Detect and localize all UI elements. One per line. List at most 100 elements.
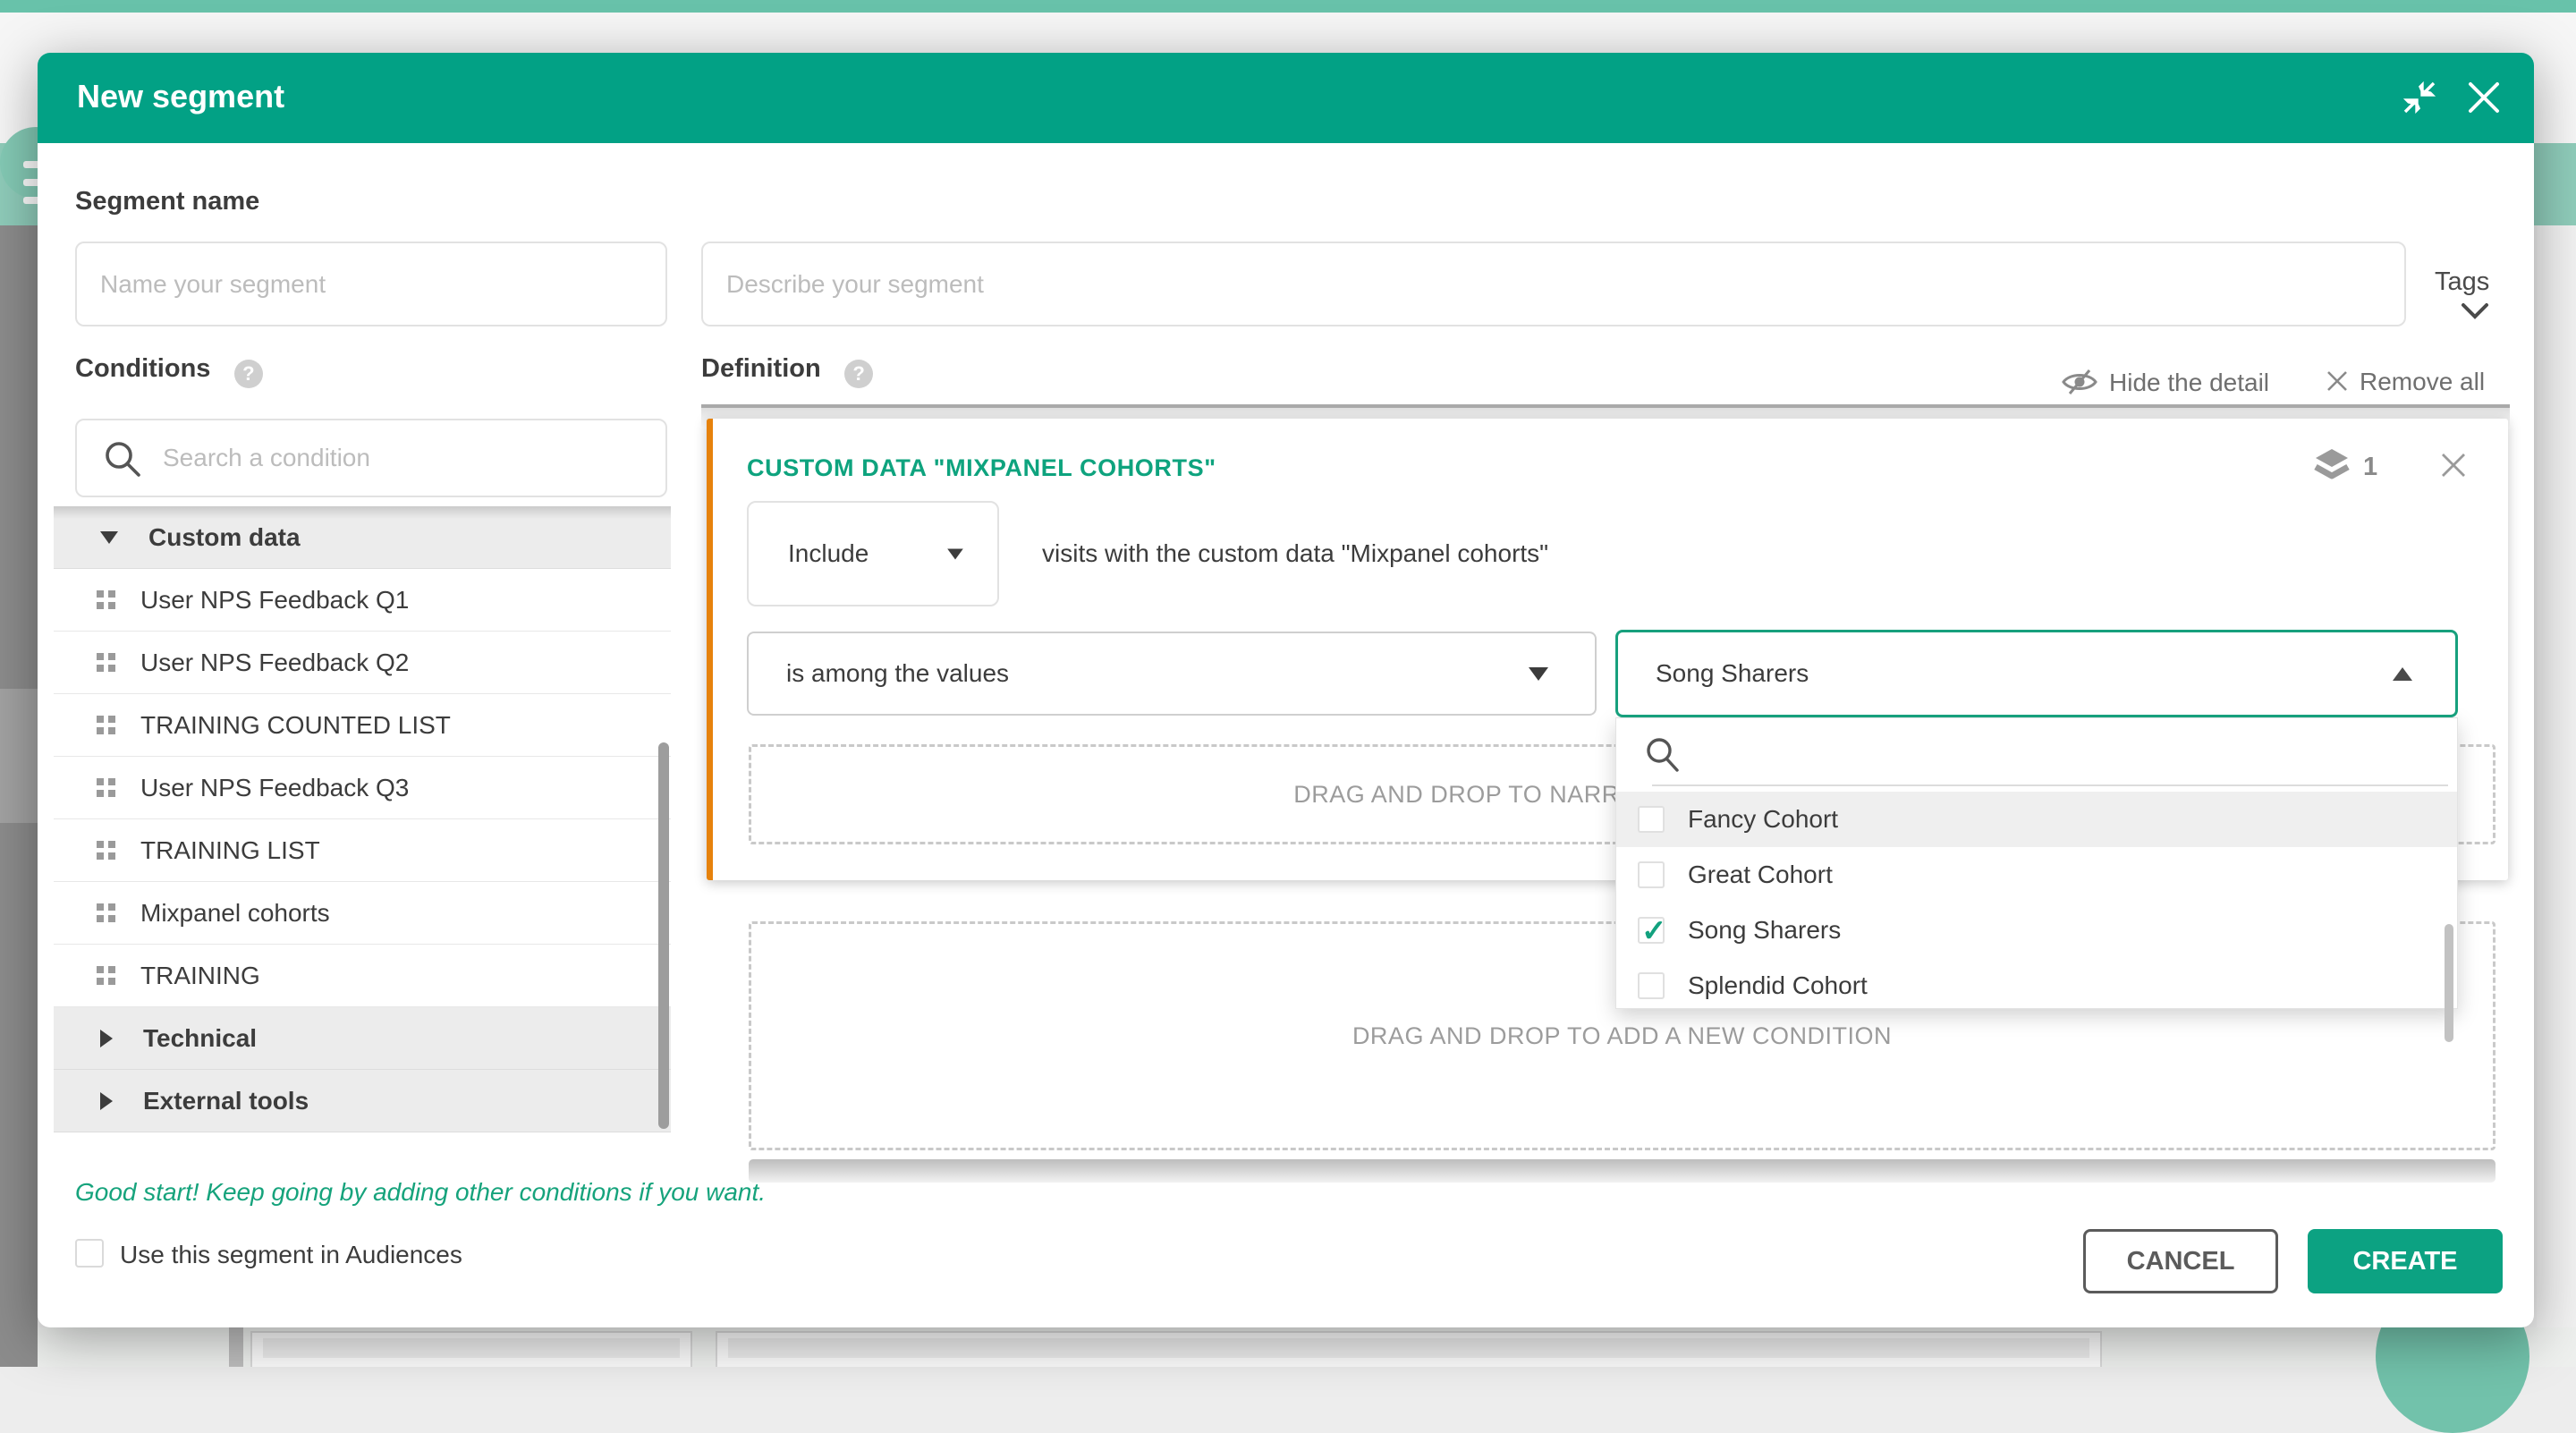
tags-label: Tags	[2435, 267, 2489, 296]
conditions-help-icon[interactable]: ?	[234, 360, 263, 388]
dropdown-search-icon	[1643, 734, 1682, 774]
hide-detail-button[interactable]: Hide the detail	[2061, 368, 2269, 397]
select-arrow-icon	[947, 548, 963, 559]
checkbox-unchecked[interactable]	[1638, 972, 1665, 999]
include-label: Include	[788, 539, 869, 568]
close-icon[interactable]	[2466, 80, 2502, 115]
dropdown-option[interactable]: ✓ Song Sharers	[1616, 903, 2457, 958]
option-label: Splendid Cohort	[1688, 971, 1868, 1000]
caret-right-icon	[100, 1030, 113, 1047]
definition-help-icon[interactable]: ?	[844, 360, 873, 388]
condition-item-label: TRAINING	[140, 962, 260, 990]
condition-item[interactable]: TRAINING LIST	[54, 819, 671, 882]
conditions-header: Conditions ?	[75, 354, 263, 388]
dropdown-option[interactable]: Fancy Cohort	[1616, 792, 2457, 847]
segment-name-input[interactable]	[75, 242, 667, 326]
include-select[interactable]: Include	[747, 501, 999, 606]
layers-icon	[2312, 445, 2351, 485]
checkbox-checked[interactable]: ✓	[1638, 917, 1665, 944]
segment-description-input[interactable]	[701, 242, 2406, 326]
condition-item-label: TRAINING COUNTED LIST	[140, 711, 451, 740]
hide-detail-label: Hide the detail	[2109, 369, 2269, 396]
select-arrow-icon	[1529, 667, 1548, 681]
condition-item-label: User NPS Feedback Q2	[140, 649, 409, 677]
create-button[interactable]: CREATE	[2308, 1229, 2503, 1293]
tags-dropdown[interactable]: Tags	[2435, 267, 2534, 326]
app-bottom-panel	[716, 1331, 2102, 1367]
app-sidebar-active-item	[0, 689, 38, 823]
condition-group-custom-data[interactable]: Custom data	[54, 506, 671, 569]
condition-search-input[interactable]	[75, 419, 667, 497]
operator-label: is among the values	[786, 659, 1009, 688]
dropdown-search-input[interactable]	[1691, 731, 2407, 776]
chevron-down-icon	[2460, 300, 2490, 321]
drag-handle-icon	[97, 778, 115, 797]
modal-title: New segment	[77, 78, 284, 115]
remove-all-label: Remove all	[2360, 368, 2485, 395]
group-label: External tools	[143, 1087, 309, 1115]
cancel-button[interactable]: CANCEL	[2083, 1229, 2278, 1293]
hint-text: Good start! Keep going by adding other c…	[75, 1178, 766, 1207]
caret-right-icon	[100, 1092, 113, 1110]
dropdown-scrollbar[interactable]	[2445, 924, 2453, 1042]
dropdown-option[interactable]: Great Cohort	[1616, 847, 2457, 903]
condition-item[interactable]: User NPS Feedback Q1	[54, 569, 671, 632]
remove-all-button[interactable]: Remove all	[2326, 368, 2485, 396]
conditions-scrollbar[interactable]	[658, 742, 669, 1129]
drag-handle-icon	[97, 590, 115, 609]
group-label: Custom data	[148, 523, 301, 552]
drag-handle-icon	[97, 716, 115, 734]
definition-horizontal-scrollbar[interactable]	[749, 1159, 2496, 1183]
checkbox-unchecked[interactable]	[1638, 806, 1665, 833]
dropdown-option[interactable]: Splendid Cohort	[1616, 958, 2457, 1013]
app-bottom-divider	[229, 1327, 243, 1367]
condition-item-label: User NPS Feedback Q1	[140, 586, 409, 615]
layer-count: 1	[2363, 453, 2377, 482]
condition-card-title: CUSTOM DATA "MIXPANEL COHORTS"	[747, 454, 1216, 482]
dropdown-divider	[1652, 784, 2448, 786]
group-label: Technical	[143, 1024, 257, 1053]
definition-label: Definition	[701, 354, 821, 383]
conditions-list: Custom data User NPS Feedback Q1 User NP…	[54, 506, 671, 1132]
checkbox-unchecked[interactable]	[1638, 861, 1665, 888]
segment-name-label: Segment name	[75, 187, 259, 216]
condition-item-label: User NPS Feedback Q3	[140, 774, 409, 802]
drag-handle-icon	[97, 903, 115, 922]
option-label: Great Cohort	[1688, 861, 1833, 889]
option-label: Fancy Cohort	[1688, 805, 1838, 834]
condition-item[interactable]: User NPS Feedback Q3	[54, 757, 671, 819]
definition-divider	[701, 404, 2510, 408]
option-label: Song Sharers	[1688, 916, 1841, 945]
modal-header: New segment	[38, 53, 2534, 143]
condition-sentence: visits with the custom data "Mixpanel co…	[1042, 539, 1548, 568]
drag-handle-icon	[97, 841, 115, 860]
conditions-label: Conditions	[75, 354, 210, 383]
remove-all-x-icon	[2326, 369, 2349, 393]
condition-group-technical[interactable]: Technical	[54, 1007, 671, 1070]
value-select[interactable]: Song Sharers	[1615, 630, 2458, 717]
condition-item[interactable]: Mixpanel cohorts	[54, 882, 671, 945]
drag-handle-icon	[97, 653, 115, 672]
condition-item[interactable]: User NPS Feedback Q2	[54, 632, 671, 694]
condition-item[interactable]: TRAINING COUNTED LIST	[54, 694, 671, 757]
search-icon	[102, 438, 143, 479]
app-top-strip	[0, 0, 2576, 13]
value-select-label: Song Sharers	[1656, 659, 1809, 688]
select-arrow-up-icon	[2393, 667, 2412, 681]
audiences-checkbox[interactable]	[75, 1239, 104, 1268]
condition-group-external-tools[interactable]: External tools	[54, 1070, 671, 1132]
app-right-edge	[2537, 225, 2576, 1327]
card-close-icon[interactable]	[2439, 451, 2468, 479]
audiences-checkbox-label: Use this segment in Audiences	[120, 1241, 462, 1269]
operator-select[interactable]: is among the values	[747, 632, 1597, 716]
definition-header: Definition ?	[701, 354, 873, 388]
condition-item-label: TRAINING LIST	[140, 836, 320, 865]
minimize-icon[interactable]	[2402, 80, 2437, 115]
new-segment-modal: New segment Segment name Tags Conditions…	[38, 53, 2534, 1327]
caret-down-icon	[100, 531, 118, 544]
condition-item[interactable]: TRAINING	[54, 945, 671, 1007]
add-dropzone-label: DRAG AND DROP TO ADD A NEW CONDITION	[1352, 1022, 1892, 1050]
value-dropdown-panel: Fancy Cohort Great Cohort ✓ Song Sharers…	[1615, 717, 2458, 1009]
condition-item-label: Mixpanel cohorts	[140, 899, 330, 928]
eye-slash-icon	[2061, 368, 2098, 396]
